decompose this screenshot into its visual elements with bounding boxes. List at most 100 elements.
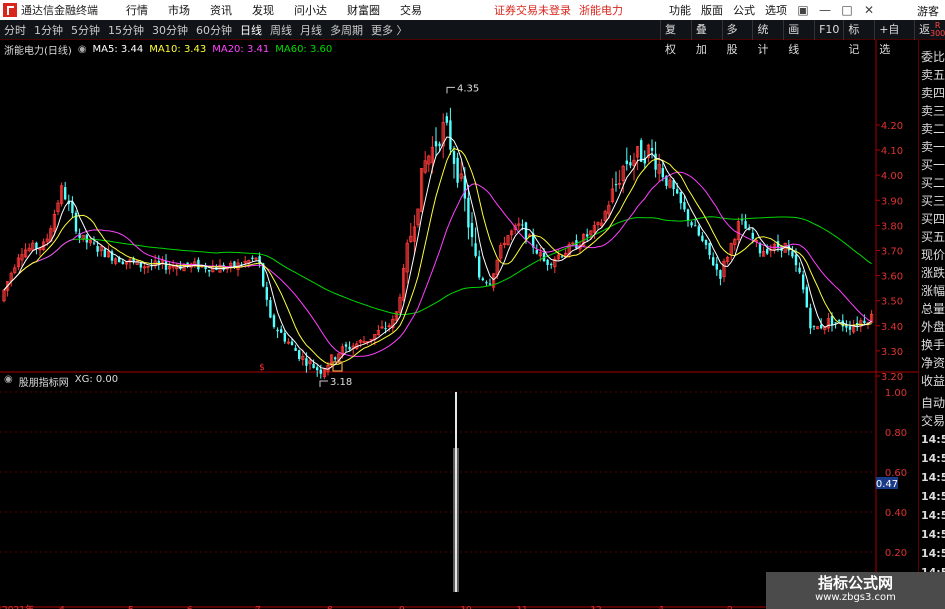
- candle-body: [445, 116, 448, 123]
- quote-label: 涨幅: [921, 284, 945, 298]
- ma60-line: [3, 216, 872, 315]
- menu-formula[interactable]: 公式: [733, 2, 755, 18]
- adjust-button[interactable]: 复权: [660, 20, 691, 56]
- candle-body: [344, 344, 348, 347]
- time-tick-label: 7: [255, 606, 261, 609]
- candle-body: [488, 283, 492, 285]
- tick-time: 14:56: [921, 433, 945, 446]
- quote-side-panel: 委比 卖五 卖四 卖三 卖二 卖一 买一 买二 买三 买四 买五 现价 涨跌 涨幅 总量 外盘 换手 净资 收益 自动…: [918, 40, 945, 609]
- price-tick-label: 3.60: [881, 272, 903, 283]
- candle-body: [625, 160, 628, 164]
- tab-more[interactable]: 更多 〉: [371, 22, 408, 38]
- candle-body: [92, 242, 96, 244]
- price-tick-label: 3.90: [881, 196, 903, 207]
- tick-time: 14:56: [921, 452, 945, 465]
- candle-body: [298, 350, 301, 360]
- candle-body: [661, 168, 664, 178]
- candle-body: [712, 257, 715, 266]
- quote-label: 涨跌: [921, 266, 945, 280]
- chart-canvas[interactable]: 4.20 4.10 4.00 3.90 3.80 3.70 3.60 3.50 3.40 3.30…: [0, 40, 918, 609]
- minimize-icon[interactable]: —: [817, 2, 833, 18]
- quote-label: 换手: [921, 338, 945, 352]
- candle-body: [164, 261, 168, 270]
- multi-stock-button[interactable]: 多股: [721, 20, 753, 56]
- event-marker-icon[interactable]: $: [259, 363, 265, 373]
- close-icon[interactable]: ✕: [861, 2, 877, 18]
- tab-monthly[interactable]: 月线: [300, 22, 322, 38]
- add-watchlist-button[interactable]: +自选: [874, 20, 914, 56]
- candle-body: [798, 267, 801, 273]
- candle-body: [478, 256, 481, 278]
- candle-body: [438, 143, 441, 147]
- period-toolbar: 分时 1分钟 5分钟 15分钟 30分钟 60分钟 日线 周线 月线 多周期 更…: [0, 20, 945, 56]
- candle-body: [805, 287, 808, 308]
- menu-quotes[interactable]: 行情: [126, 2, 148, 18]
- menu-options[interactable]: 选项: [765, 2, 787, 18]
- draw-line-button[interactable]: 画线: [783, 20, 814, 56]
- quote-label: 买三: [921, 194, 945, 208]
- quote-label: 外盘: [921, 320, 945, 334]
- menu-news[interactable]: 资讯: [210, 2, 232, 18]
- candle-body: [384, 328, 387, 330]
- maximize-icon[interactable]: □: [839, 2, 855, 18]
- quote-label: 买二: [921, 176, 945, 190]
- legend-title: 浙能电力(日线): [4, 45, 72, 57]
- candle-body: [679, 192, 682, 204]
- f10-button[interactable]: F10: [814, 20, 843, 40]
- indicator-tick-label: 1.00: [885, 388, 907, 399]
- window-mode-icon[interactable]: ▣: [795, 2, 811, 18]
- candle-body: [650, 147, 654, 151]
- extreme-label: 3.18: [330, 377, 352, 388]
- login-warning[interactable]: 证券交易未登录: [494, 2, 571, 18]
- menu-ask[interactable]: 问小达: [294, 2, 327, 18]
- price-tick-label: 4.20: [881, 121, 903, 132]
- tab-60min[interactable]: 60分钟: [196, 22, 232, 38]
- candle-body: [316, 367, 319, 371]
- candle-body: [535, 249, 538, 254]
- legend-toggle-icon[interactable]: ◉: [78, 44, 87, 55]
- candle-body: [452, 151, 456, 164]
- candle-body: [560, 256, 564, 258]
- kline-chart[interactable]: 4.20 4.10 4.00 3.90 3.80 3.70 3.60 3.50 3.40 3.30…: [0, 40, 918, 609]
- time-tick-label: 12: [590, 606, 601, 609]
- candle-body: [64, 187, 67, 200]
- quote-label: 收益: [921, 374, 945, 388]
- stats-button[interactable]: 统计: [752, 20, 783, 56]
- candle-body: [766, 249, 769, 254]
- menu-discover[interactable]: 发现: [252, 2, 274, 18]
- candle-body: [524, 222, 528, 240]
- tab-5min[interactable]: 5分钟: [71, 22, 100, 38]
- tab-intraday[interactable]: 分时: [4, 22, 26, 38]
- candle-body: [85, 234, 88, 243]
- candle-body: [121, 261, 124, 264]
- candle-body: [586, 234, 589, 237]
- quote-label-list: 委比 卖五 卖四 卖三 卖二 卖一 买一 买二 买三 买四 买五 现价 涨跌 涨幅 总量 外盘 换手 净资 收益 自动…: [919, 40, 945, 430]
- indicator-toggle-icon[interactable]: ◉: [4, 374, 13, 389]
- menu-wealth[interactable]: 财富圈: [347, 2, 380, 18]
- candle-body: [719, 270, 722, 279]
- candle-body: [334, 357, 337, 360]
- menu-trade[interactable]: 交易: [400, 2, 422, 18]
- mark-button[interactable]: 标记: [843, 20, 874, 56]
- menu-layout[interactable]: 版面: [701, 2, 723, 18]
- candle-body: [848, 326, 852, 330]
- tab-30min[interactable]: 30分钟: [152, 22, 188, 38]
- tab-daily[interactable]: 日线: [240, 22, 262, 38]
- legend-ma10: MA10: 3.43: [149, 43, 207, 55]
- indicator-name: 股朋指标网: [18, 378, 69, 389]
- guest-label[interactable]: 游客: [917, 3, 939, 19]
- candle-body: [470, 222, 474, 238]
- candle-body: [348, 346, 351, 350]
- menu-market[interactable]: 市场: [168, 2, 190, 18]
- tab-1min[interactable]: 1分钟: [34, 22, 63, 38]
- tab-15min[interactable]: 15分钟: [108, 22, 144, 38]
- extreme-marker: [446, 86, 455, 94]
- tab-weekly[interactable]: 周线: [270, 22, 292, 38]
- candle-body: [283, 332, 286, 342]
- price-tick-label: 4.00: [881, 171, 903, 182]
- time-tick-label: 11: [516, 606, 527, 609]
- menu-function[interactable]: 功能: [669, 2, 691, 18]
- overlay-button[interactable]: 叠加: [690, 20, 722, 56]
- candle-body: [103, 248, 106, 258]
- tab-multi-period[interactable]: 多周期: [330, 22, 363, 38]
